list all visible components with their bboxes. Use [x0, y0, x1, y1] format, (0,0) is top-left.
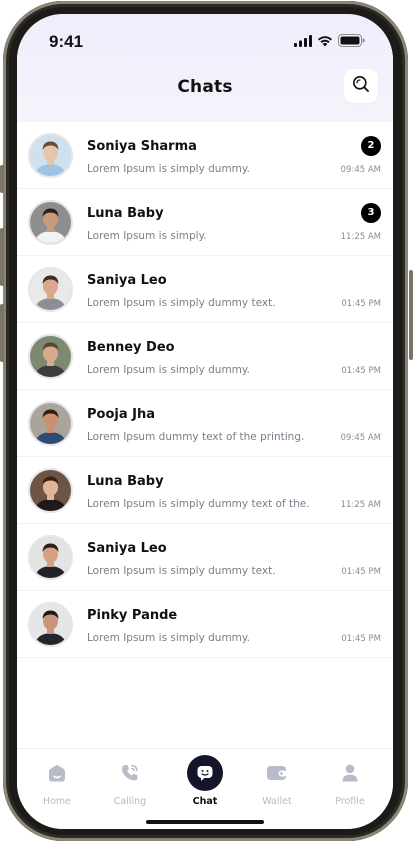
contact-name: Soniya Sharma — [87, 139, 197, 154]
avatar — [28, 267, 73, 312]
chat-list-item[interactable]: Soniya Sharma Lorem Ipsum is simply dummy… — [17, 122, 393, 189]
message-preview: Lorem Ipsum is simply dummy text. — [87, 297, 276, 309]
contact-name: Luna Baby — [87, 206, 164, 221]
message-preview: Lorem Ipsum is simply dummy. — [87, 632, 250, 644]
unread-badge: 3 — [361, 203, 381, 223]
message-time: 01:45 PM — [341, 366, 381, 376]
app-screen: 9:41 Chats Soniya Sharma Lorem Ipsum is … — [17, 14, 393, 829]
wallet-icon — [259, 755, 295, 791]
tab-home[interactable]: Home — [22, 755, 92, 811]
avatar — [28, 535, 73, 580]
tab-profile[interactable]: Profile — [315, 755, 385, 811]
profile-icon — [332, 755, 368, 791]
phone-icon — [112, 755, 148, 791]
avatar — [28, 334, 73, 379]
message-preview: Lorem Ipsum is simply dummy text. — [87, 565, 276, 577]
message-time: 11:25 AM — [340, 232, 381, 242]
contact-name: Pinky Pande — [87, 608, 178, 623]
contact-name: Benney Deo — [87, 340, 175, 355]
chat-list-item[interactable]: Saniya Leo Lorem Ipsum is simply dummy te… — [17, 256, 393, 323]
avatar — [28, 133, 73, 178]
chat-list: Soniya Sharma Lorem Ipsum is simply dummy… — [17, 122, 393, 658]
avatar — [28, 602, 73, 647]
chat-list-item[interactable]: Luna Baby Lorem Ipsum is simply dummy tex… — [17, 457, 393, 524]
chat-list-item[interactable]: Pinky Pande Lorem Ipsum is simply dummy. 0… — [17, 591, 393, 658]
message-time: 09:45 AM — [340, 433, 381, 443]
tab-label: Calling — [113, 796, 147, 807]
chat-list-item[interactable]: Pooja Jha Lorem Ipsum dummy text of the p… — [17, 390, 393, 457]
chat-list-item[interactable]: Saniya Leo Lorem Ipsum is simply dummy te… — [17, 524, 393, 591]
header: 9:41 Chats — [17, 14, 393, 122]
avatar — [28, 200, 73, 245]
chat-list-item[interactable]: Benney Deo Lorem Ipsum is simply dummy. 01… — [17, 323, 393, 390]
mute-switch — [0, 165, 4, 193]
contact-name: Luna Baby — [87, 474, 164, 489]
message-preview: Lorem Ipsum is simply dummy text of the. — [87, 498, 310, 510]
avatar — [28, 468, 73, 513]
signal-icon — [294, 32, 312, 51]
unread-badge: 2 — [361, 136, 381, 156]
tab-calling[interactable]: Calling — [95, 755, 165, 811]
volume-up-button — [0, 228, 4, 286]
home-indicator — [146, 820, 264, 824]
message-time: 01:45 PM — [341, 567, 381, 577]
volume-down-button — [0, 304, 4, 362]
status-time: 9:41 — [49, 32, 84, 51]
bottom-tab-bar: Home Calling Chat Wallet Profile — [17, 748, 393, 829]
contact-name: Saniya Leo — [87, 541, 167, 556]
home-icon — [39, 755, 75, 791]
search-icon — [352, 75, 370, 97]
tab-label: Profile — [335, 796, 365, 807]
message-time: 01:45 PM — [341, 299, 381, 309]
phone-frame: 9:41 Chats Soniya Sharma Lorem Ipsum is … — [0, 0, 413, 844]
chat-list-item[interactable]: Luna Baby Lorem Ipsum is simply. 11:25 AM 3 — [17, 189, 393, 256]
tab-label: Wallet — [262, 796, 292, 807]
tab-label: Home — [42, 796, 72, 807]
tab-label: Chat — [192, 796, 218, 807]
battery-icon — [338, 32, 365, 51]
avatar — [28, 401, 73, 446]
message-preview: Lorem Ipsum is simply dummy. — [87, 163, 250, 175]
message-time: 11:25 AM — [340, 500, 381, 510]
search-button[interactable] — [344, 69, 378, 103]
wifi-icon — [317, 32, 333, 51]
message-preview: Lorem Ipsum is simply dummy. — [87, 364, 250, 376]
message-preview: Lorem Ipsum dummy text of the printing. — [87, 431, 305, 443]
message-time: 09:45 AM — [340, 165, 381, 175]
message-time: 01:45 PM — [341, 634, 381, 644]
contact-name: Saniya Leo — [87, 273, 167, 288]
tab-wallet[interactable]: Wallet — [242, 755, 312, 811]
tab-chat[interactable]: Chat — [170, 755, 240, 811]
chat-icon — [187, 755, 223, 791]
contact-name: Pooja Jha — [87, 407, 156, 422]
power-button — [409, 270, 413, 360]
status-icons — [294, 32, 365, 51]
message-preview: Lorem Ipsum is simply. — [87, 230, 207, 242]
page-title: Chats — [177, 77, 233, 97]
